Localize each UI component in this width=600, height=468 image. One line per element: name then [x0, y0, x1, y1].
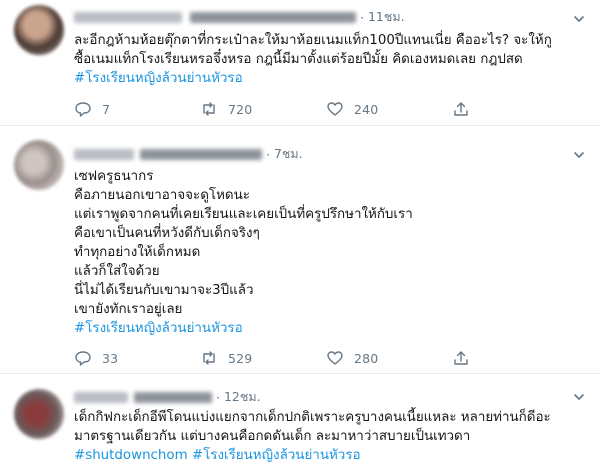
reply-count: 33 — [102, 350, 119, 366]
tweet-body: ละอีกฎห้ามห้อยตุ๊กตาที่กระเป๋าละให้มาห้อ… — [74, 33, 552, 67]
display-name[interactable] — [74, 148, 134, 160]
tweet-feed: · 11ชม. ละอีกฎห้ามห้อยตุ๊กตาที่กระเป๋าละ… — [0, 0, 600, 468]
tweet-body: เซฟครูธนากร คือภายนอกเขาอาจจะดูโหดนะ แต่… — [74, 169, 413, 317]
username[interactable] — [190, 11, 356, 23]
tweet[interactable]: · 11ชม. ละอีกฎห้ามห้อยตุ๊กตาที่กระเป๋าละ… — [0, 0, 600, 124]
like-button[interactable]: 240 — [326, 100, 452, 118]
tweet-header: · 11ชม. — [74, 8, 405, 26]
heart-icon — [327, 102, 343, 116]
hashtag-link[interactable]: #โรงเรียนหญิงล้วนย่านหัวรอ — [74, 321, 243, 336]
chevron-down-icon[interactable] — [572, 390, 586, 404]
like-count: 240 — [354, 101, 379, 117]
tweet-text: เด็กกิฟกะเด็กอีพีโดนแบ่งแยกจากเด็กปกติเพ… — [74, 408, 586, 465]
share-button[interactable] — [452, 100, 578, 118]
retweet-count: 720 — [228, 101, 253, 117]
tweet-actions: 7 720 240 — [74, 100, 578, 118]
separator: · — [360, 9, 364, 25]
chevron-down-icon[interactable] — [572, 148, 586, 162]
retweet-button[interactable]: 720 — [200, 100, 326, 118]
tweet[interactable]: · 7ชม. เซฟครูธนากร คือภายนอกเขาอาจจะดูโห… — [0, 125, 600, 372]
share-icon — [454, 351, 468, 365]
separator: · — [216, 389, 220, 405]
share-icon — [454, 102, 468, 116]
share-button[interactable] — [452, 349, 578, 367]
timestamp[interactable]: 7ชม. — [274, 144, 303, 164]
avatar[interactable] — [14, 389, 64, 439]
reply-button[interactable]: 7 — [74, 100, 200, 118]
tweet-actions: 33 529 280 — [74, 349, 578, 367]
tweet-header: · 7ชม. — [74, 145, 303, 163]
separator: · — [266, 146, 270, 162]
retweet-icon — [203, 351, 215, 365]
hashtag-link[interactable]: #shutdownchom #โรงเรียนหญิงล้วนย่านหัวรอ — [74, 448, 361, 463]
tweet-text: เซฟครูธนากร คือภายนอกเขาอาจจะดูโหดนะ แต่… — [74, 167, 586, 338]
like-count: 280 — [354, 350, 379, 366]
reply-button[interactable]: 33 — [74, 349, 200, 367]
avatar[interactable] — [14, 140, 64, 190]
display-name[interactable] — [74, 391, 128, 403]
reply-icon — [75, 351, 91, 366]
heart-icon — [327, 351, 343, 365]
chevron-down-icon[interactable] — [572, 12, 586, 26]
retweet-button[interactable]: 529 — [200, 349, 326, 367]
username[interactable] — [134, 391, 212, 403]
like-button[interactable]: 280 — [326, 349, 452, 367]
reply-icon — [75, 102, 91, 117]
display-name[interactable] — [74, 11, 182, 23]
tweet-header: · 12ชม. — [74, 388, 261, 406]
timestamp[interactable]: 11ชม. — [368, 7, 405, 27]
retweet-icon — [203, 102, 215, 116]
retweet-count: 529 — [228, 350, 253, 366]
tweet-body: เด็กกิฟกะเด็กอีพีโดนแบ่งแยกจากเด็กปกติเพ… — [74, 410, 551, 444]
reply-count: 7 — [102, 101, 111, 117]
hashtag-link[interactable]: #โรงเรียนหญิงล้วนย่านหัวรอ — [74, 71, 243, 86]
username[interactable] — [140, 148, 262, 160]
timestamp[interactable]: 12ชม. — [224, 387, 261, 407]
avatar[interactable] — [14, 5, 64, 55]
tweet[interactable]: · 12ชม. เด็กกิฟกะเด็กอีพีโดนแบ่งแยกจากเด… — [0, 373, 600, 468]
tweet-text: ละอีกฎห้ามห้อยตุ๊กตาที่กระเป๋าละให้มาห้อ… — [74, 31, 586, 88]
